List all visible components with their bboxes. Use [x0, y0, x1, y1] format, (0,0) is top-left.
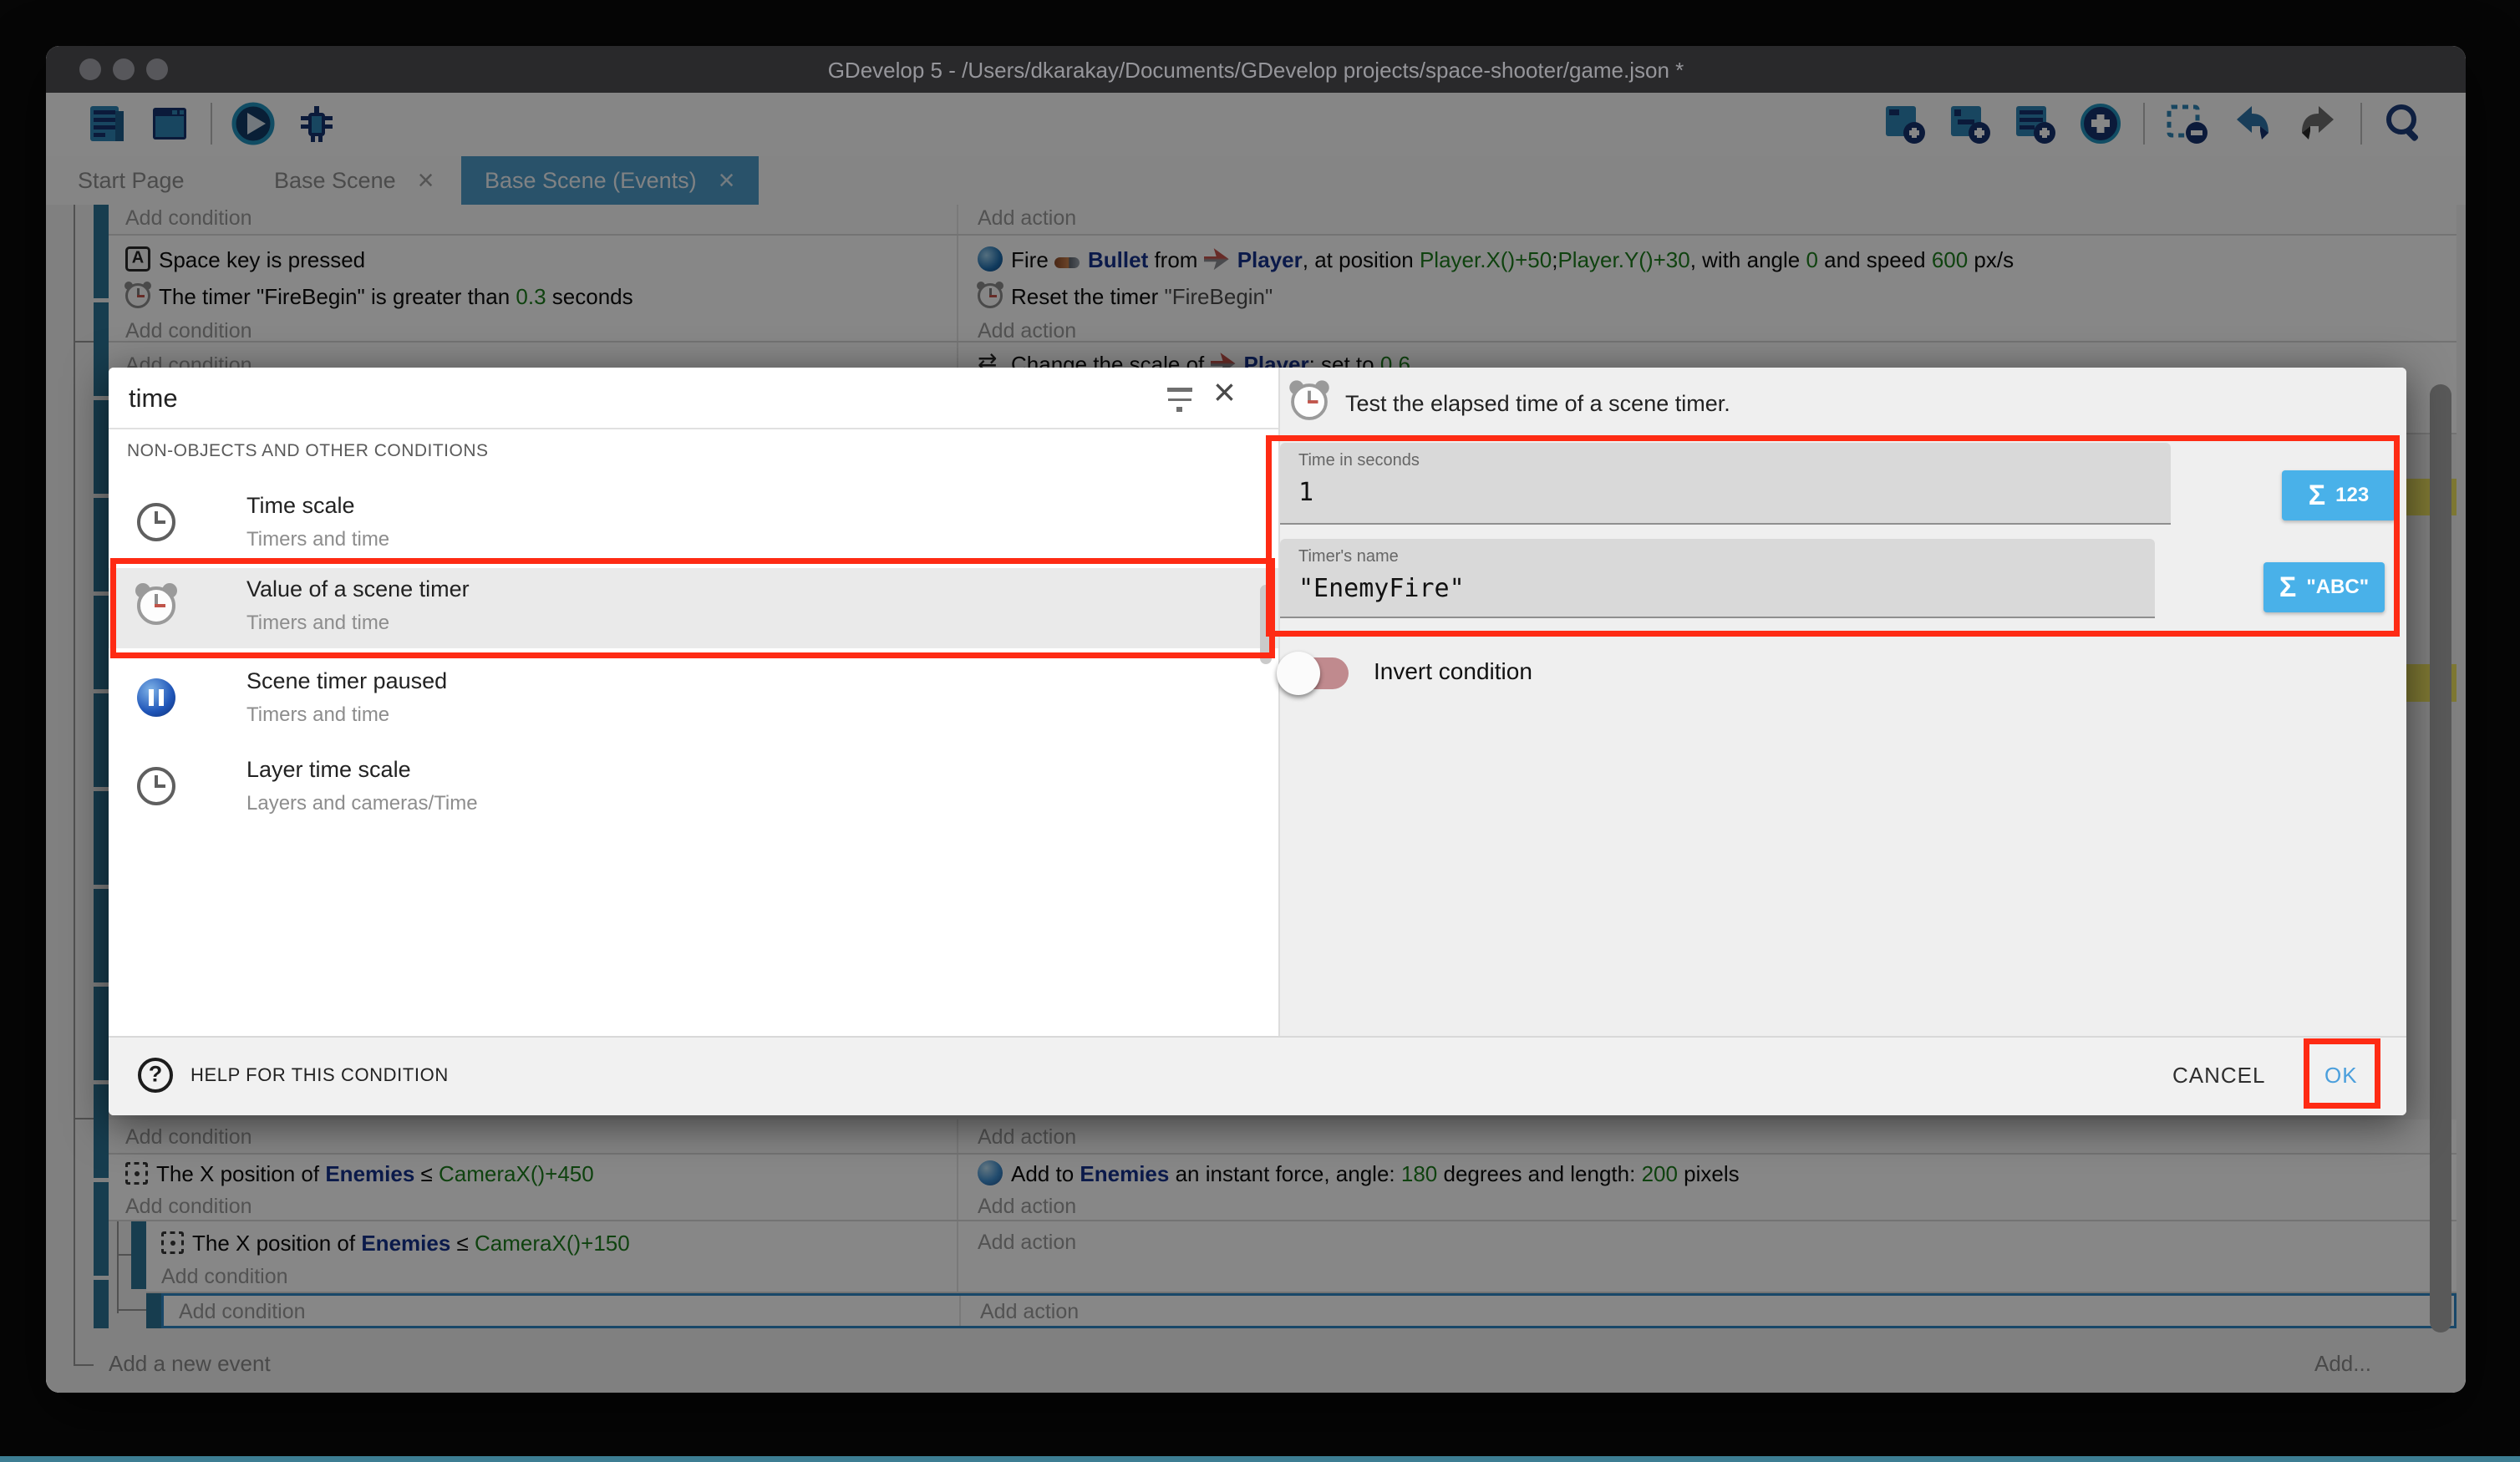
dock-strip: [0, 1456, 2520, 1462]
item-subtitle: Timers and time: [246, 703, 389, 727]
help-link[interactable]: HELP FOR THIS CONDITION: [191, 1064, 449, 1086]
cancel-button[interactable]: CANCEL: [2172, 1063, 2265, 1089]
dialog-footer: HELP FOR THIS CONDITION CANCEL OK: [109, 1036, 2406, 1115]
section-header: NON-OBJECTS AND OTHER CONDITIONS: [127, 441, 489, 461]
field-label: Time in seconds: [1298, 451, 1420, 470]
ok-button[interactable]: OK: [2324, 1063, 2358, 1089]
condition-parameters-panel: Test the elapsed time of a scene timer. …: [1278, 368, 2406, 1036]
list-item-layer-time-scale[interactable]: Layer time scale Layers and cameras/Time: [109, 749, 1278, 827]
timers-name-field[interactable]: Timer's name "EnemyFire": [1280, 539, 2155, 618]
field-value[interactable]: "EnemyFire": [1298, 574, 1465, 603]
titlebar: GDevelop 5 - /Users/dkarakay/Documents/G…: [46, 46, 2466, 93]
item-subtitle: Timers and time: [246, 612, 389, 635]
time-in-seconds-field[interactable]: Time in seconds 1: [1280, 443, 2171, 525]
choose-condition-dialog: × NON-OBJECTS AND OTHER CONDITIONS Time …: [109, 368, 2406, 1115]
filter-icon[interactable]: [1166, 384, 1196, 413]
item-title: Time scale: [246, 493, 355, 519]
sigma-icon: Σ: [2279, 571, 2296, 604]
expression-builder-button-number[interactable]: Σ 123: [2282, 470, 2396, 520]
expression-builder-button-string[interactable]: Σ "ABC": [2263, 562, 2385, 612]
item-title: Value of a scene timer: [246, 576, 470, 602]
item-title: Layer time scale: [246, 757, 411, 783]
alarm-clock-icon: [1291, 383, 1328, 420]
item-subtitle: Layers and cameras/Time: [246, 792, 478, 815]
help-icon[interactable]: [138, 1058, 173, 1093]
search-input[interactable]: [127, 379, 1130, 418]
invert-condition-toggle-thumb[interactable]: [1277, 652, 1320, 695]
list-item-value-of-scene-timer[interactable]: Value of a scene timer Timers and time: [109, 568, 1278, 648]
list-scrollbar[interactable]: [1260, 585, 1272, 664]
gdevelop-window: GDevelop 5 - /Users/dkarakay/Documents/G…: [46, 46, 2466, 1393]
list-item-time-scale[interactable]: Time scale Timers and time: [109, 485, 1278, 563]
window-title: GDevelop 5 - /Users/dkarakay/Documents/G…: [46, 58, 2466, 84]
invert-condition-label: Invert condition: [1374, 658, 1532, 685]
list-item-scene-timer-paused[interactable]: Scene timer paused Timers and time: [109, 660, 1278, 739]
sigma-icon: Σ: [2309, 480, 2325, 512]
button-label: 123: [2335, 484, 2369, 507]
close-icon[interactable]: ×: [1213, 369, 1236, 414]
condition-list-panel: × NON-OBJECTS AND OTHER CONDITIONS Time …: [109, 368, 1278, 1036]
button-label: "ABC": [2306, 576, 2369, 599]
field-label: Timer's name: [1298, 547, 1399, 566]
divider: [109, 428, 1278, 429]
field-value[interactable]: 1: [1298, 478, 1313, 507]
condition-description: Test the elapsed time of a scene timer.: [1345, 391, 1730, 417]
item-subtitle: Timers and time: [246, 528, 389, 551]
item-title: Scene timer paused: [246, 668, 447, 694]
